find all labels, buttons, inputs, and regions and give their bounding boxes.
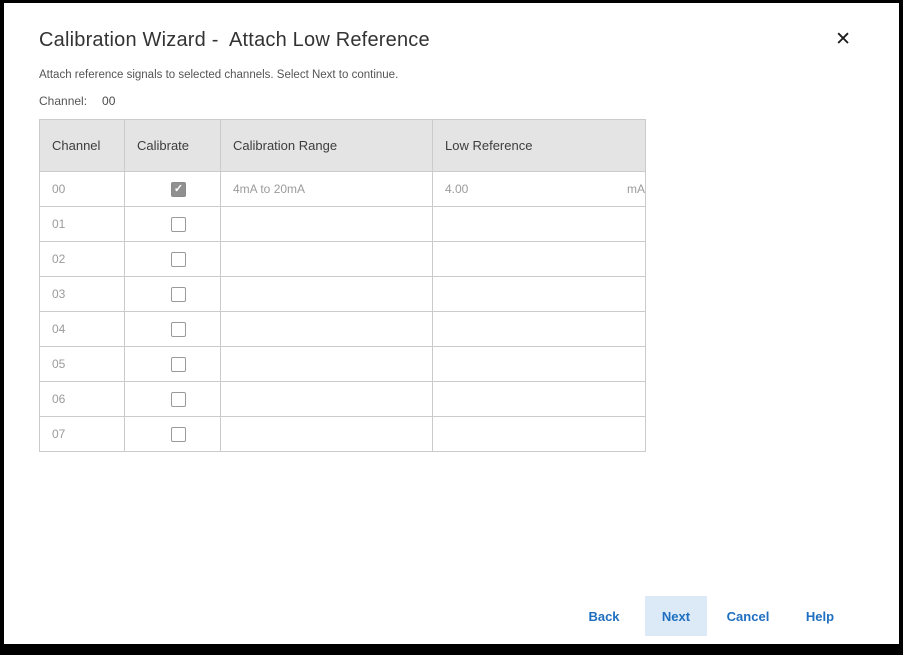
calibrate-checkbox[interactable] <box>171 427 186 442</box>
low-reference-cell <box>433 277 646 312</box>
calibrate-cell <box>125 382 221 417</box>
calibration-range-cell <box>221 347 433 382</box>
column-header-channel: Channel <box>40 120 125 172</box>
table-row: 04 <box>40 312 646 347</box>
calibration-range-cell <box>221 312 433 347</box>
instructions-text: Attach reference signals to selected cha… <box>39 69 851 81</box>
channel-cell: 02 <box>40 242 125 277</box>
calibrate-cell <box>125 417 221 452</box>
channel-cell: 05 <box>40 347 125 382</box>
calibration-range-cell <box>221 277 433 312</box>
channel-cell: 01 <box>40 207 125 242</box>
low-reference-cell: 4.00 mA <box>433 172 646 207</box>
calibrate-checkbox[interactable] <box>171 217 186 232</box>
channel-cell: 06 <box>40 382 125 417</box>
channel-cell: 03 <box>40 277 125 312</box>
table-row: 03 <box>40 277 646 312</box>
channel-cell: 07 <box>40 417 125 452</box>
close-icon: ✕ <box>835 29 851 50</box>
dialog-header: Calibration Wizard - Attach Low Referenc… <box>39 29 851 52</box>
calibrate-cell <box>125 242 221 277</box>
channel-indicator: Channel: 00 <box>39 94 851 108</box>
low-reference-unit: mA <box>627 182 645 196</box>
calibration-range-cell <box>221 242 433 277</box>
close-button[interactable]: ✕ <box>835 30 851 49</box>
calibrate-cell <box>125 277 221 312</box>
help-button[interactable]: Help <box>789 596 851 636</box>
table-row: 05 <box>40 347 646 382</box>
table-row: 00 4mA to 20mA 4.00 mA <box>40 172 646 207</box>
calibration-table: Channel Calibrate Calibration Range Low … <box>39 119 646 452</box>
calibrate-cell <box>125 347 221 382</box>
calibration-range-cell: 4mA to 20mA <box>221 172 433 207</box>
calibration-range-cell <box>221 382 433 417</box>
low-reference-cell <box>433 207 646 242</box>
next-button[interactable]: Next <box>645 596 707 636</box>
back-button[interactable]: Back <box>573 596 635 636</box>
table-row: 01 <box>40 207 646 242</box>
column-header-calibrate: Calibrate <box>125 120 221 172</box>
calibrate-checkbox[interactable] <box>171 252 186 267</box>
calibrate-checkbox[interactable] <box>171 322 186 337</box>
table-row: 06 <box>40 382 646 417</box>
low-reference-cell <box>433 382 646 417</box>
channel-cell: 04 <box>40 312 125 347</box>
table-row: 07 <box>40 417 646 452</box>
calibrate-checkbox[interactable] <box>171 392 186 407</box>
calibrate-checkbox[interactable] <box>171 182 186 197</box>
channel-label: Channel: <box>39 94 87 108</box>
low-reference-value[interactable]: 4.00 <box>445 182 468 196</box>
calibration-range-cell <box>221 417 433 452</box>
channel-value: 00 <box>102 94 115 108</box>
low-reference-cell <box>433 417 646 452</box>
calibration-wizard-dialog: Calibration Wizard - Attach Low Referenc… <box>4 3 899 452</box>
low-reference-cell <box>433 347 646 382</box>
column-header-calibration-range: Calibration Range <box>221 120 433 172</box>
wizard-footer: Back Next Cancel Help <box>573 596 851 636</box>
calibrate-cell <box>125 172 221 207</box>
channel-cell: 00 <box>40 172 125 207</box>
calibrate-checkbox[interactable] <box>171 287 186 302</box>
calibrate-checkbox[interactable] <box>171 357 186 372</box>
calibration-range-cell <box>221 207 433 242</box>
cancel-button[interactable]: Cancel <box>717 596 779 636</box>
table-row: 02 <box>40 242 646 277</box>
screenshot-frame: Calibration Wizard - Attach Low Referenc… <box>0 0 903 655</box>
low-reference-cell <box>433 312 646 347</box>
dialog-title: Calibration Wizard - Attach Low Referenc… <box>39 29 851 52</box>
table-header-row: Channel Calibrate Calibration Range Low … <box>40 120 646 172</box>
column-header-low-reference: Low Reference <box>433 120 646 172</box>
calibrate-cell <box>125 312 221 347</box>
low-reference-cell <box>433 242 646 277</box>
calibrate-cell <box>125 207 221 242</box>
